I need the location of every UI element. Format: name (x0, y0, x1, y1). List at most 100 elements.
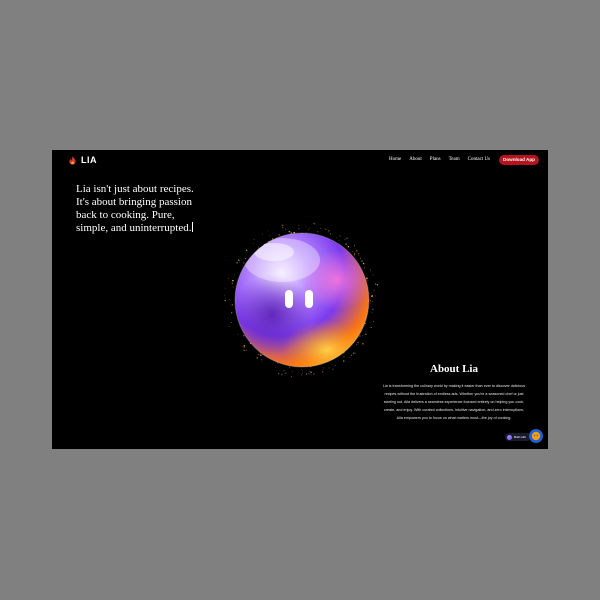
sparkle-dot (373, 289, 375, 291)
hero-text-block: Lia isn't just about recipes. It's about… (76, 183, 206, 235)
logo[interactable]: LIA (68, 155, 97, 165)
sparkle-dot (371, 312, 373, 314)
download-app-button[interactable]: Download App (499, 155, 539, 165)
chat-icon (529, 429, 543, 443)
sparkle-dot (361, 260, 363, 262)
sparkle-dot (267, 230, 269, 232)
sparkle-dot (305, 373, 308, 375)
sparkle-dot (300, 374, 302, 376)
sparkle-dot (278, 373, 280, 375)
sparkle-dot (245, 349, 247, 351)
sparkle-dot (358, 255, 359, 256)
sparkle-dot (343, 356, 345, 358)
sparkle-dot (372, 274, 374, 276)
sparkle-dot (354, 252, 356, 254)
sparkle-dot (354, 255, 356, 257)
sparkle-dot (289, 367, 290, 369)
sparkle-dot (308, 372, 310, 374)
sparkle-dot (348, 361, 350, 362)
sparkle-dot (309, 370, 311, 372)
sparkle-dot (282, 229, 284, 231)
text-cursor (192, 222, 194, 232)
orb-right-eye (305, 290, 313, 308)
sparkle-dot (227, 318, 229, 320)
logo-text: LIA (81, 155, 97, 165)
sparkle-dot (310, 371, 312, 373)
sparkle-dot (357, 341, 359, 344)
nav-link-contact[interactable]: Contact Us (468, 157, 490, 162)
sparkle-dot (330, 233, 331, 235)
sparkle-dot (320, 227, 321, 229)
sparkle-dot (338, 239, 340, 241)
orb-left-eye (285, 290, 293, 308)
app-screen: LIA Home About Plans Team Contact Us Dow… (52, 150, 548, 449)
sparkle-dot (352, 251, 354, 253)
sparkle-dot (230, 321, 232, 323)
sparkle-dot (319, 223, 321, 225)
nav-link-about[interactable]: About (409, 157, 422, 162)
nav-link-team[interactable]: Team (449, 157, 460, 162)
sparkle-dot (374, 283, 377, 285)
sparkle-dot (285, 372, 287, 374)
sparkle-dot (332, 368, 334, 370)
sparkle-dot (314, 223, 316, 225)
flame-icon (68, 155, 77, 165)
sparkle-dot (284, 228, 286, 230)
sparkle-dot (370, 327, 372, 329)
sparkle-dot (347, 245, 350, 248)
top-nav: LIA Home About Plans Team Contact Us Dow… (52, 150, 548, 172)
sparkle-dot (288, 230, 291, 233)
sparkle-dot (290, 376, 292, 378)
sparkle-dot (241, 345, 243, 347)
sparkle-dot (224, 288, 226, 290)
sparkle-dot (335, 237, 337, 239)
sparkle-dot (298, 372, 300, 373)
about-section: About Lia Lia is transforming the culina… (382, 363, 526, 423)
sparkle-dot (282, 227, 284, 229)
sparkle-dot (231, 304, 233, 306)
sparkle-dot (242, 334, 245, 337)
sparkle-dot (231, 312, 233, 314)
sparkle-dot (350, 249, 351, 251)
sparkle-dot (370, 302, 372, 304)
sparkle-dot (344, 238, 346, 240)
chat-button[interactable] (529, 429, 543, 443)
sparkle-dot (298, 228, 300, 230)
sparkle-dot (367, 280, 369, 282)
sparkle-dot (339, 235, 341, 237)
sparkle-dot (253, 239, 255, 240)
sparkle-dot (223, 295, 225, 296)
sparkle-dot (282, 224, 284, 226)
sparkle-dot (243, 262, 245, 264)
sparkle-dot (262, 361, 263, 363)
sparkle-dot (298, 225, 300, 227)
sparkle-dot (262, 233, 263, 235)
sparkle-dot (358, 253, 360, 254)
sparkle-dot (301, 372, 303, 374)
sparkle-dot (325, 228, 327, 230)
sparkle-dot (362, 342, 364, 345)
sparkle-dot (269, 235, 271, 237)
sparkle-dot (246, 249, 248, 251)
sparkle-dot (244, 258, 246, 260)
sparkle-dot (260, 354, 262, 356)
sparkle-dot (366, 277, 368, 279)
nav-link-plans[interactable]: Plans (430, 157, 441, 162)
sparkle-dot (311, 374, 312, 376)
sparkle-dot (349, 356, 351, 358)
sparkle-dot (283, 369, 285, 371)
sparkle-dot (323, 367, 325, 369)
mascot-orb (222, 220, 382, 380)
sparkle-dot (229, 303, 231, 305)
sparkle-dot (224, 299, 226, 302)
nav-link-home[interactable]: Home (389, 157, 401, 162)
sparkle-dot (352, 352, 355, 354)
sparkle-dot (243, 349, 245, 351)
sparkle-dot (292, 371, 293, 372)
sparkle-dot (231, 305, 233, 306)
built-with-badge[interactable]: Built with (505, 433, 531, 441)
sparkle-dot (346, 237, 348, 239)
badge-label: Built with (514, 435, 527, 439)
sparkle-dot (261, 359, 263, 361)
sparkle-dot (372, 300, 374, 302)
